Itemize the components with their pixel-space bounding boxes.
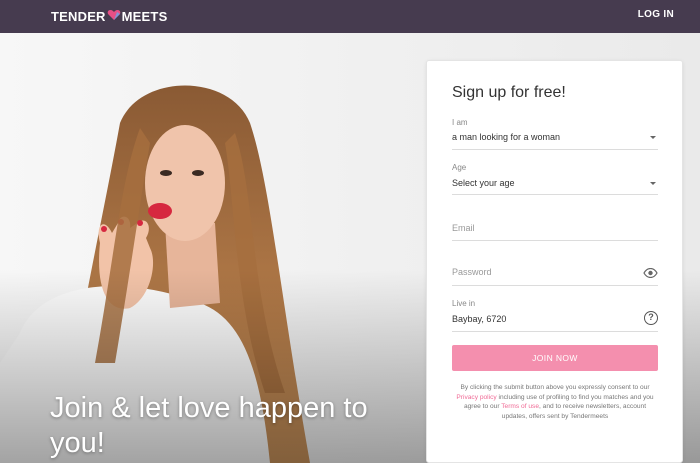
gender-value: a man looking for a woman bbox=[452, 132, 561, 142]
eye-icon[interactable] bbox=[643, 265, 658, 283]
age-label: Age bbox=[452, 163, 467, 172]
password-placeholder: Password bbox=[452, 267, 492, 277]
consent-text: By clicking the submit button above you … bbox=[452, 383, 658, 421]
consent-text-part1: By clicking the submit button above you … bbox=[460, 384, 650, 391]
email-placeholder: Email bbox=[452, 223, 475, 233]
password-field[interactable]: Password bbox=[452, 257, 658, 286]
privacy-policy-link[interactable]: Privacy policy bbox=[456, 394, 496, 401]
age-value: Select your age bbox=[452, 178, 515, 188]
age-select[interactable]: Age Select your age bbox=[452, 163, 658, 195]
top-bar: TENDER MEETS LOG IN bbox=[0, 0, 700, 33]
signup-title: Sign up for free! bbox=[452, 84, 566, 101]
signup-card: Sign up for free! I am a man looking for… bbox=[426, 60, 683, 463]
email-field[interactable]: Email bbox=[452, 213, 658, 241]
login-link[interactable]: LOG IN bbox=[638, 9, 674, 20]
location-field[interactable]: Live in Baybay, 6720 ? bbox=[452, 299, 658, 332]
gender-select[interactable]: I am a man looking for a woman bbox=[452, 118, 658, 150]
gender-label: I am bbox=[452, 118, 468, 127]
logo-text-right: MEETS bbox=[121, 8, 168, 24]
join-now-button[interactable]: JOIN NOW bbox=[452, 345, 658, 371]
location-label: Live in bbox=[452, 299, 476, 308]
chevron-down-icon bbox=[650, 182, 656, 185]
heart-icon bbox=[107, 9, 121, 24]
location-value: Baybay, 6720 bbox=[452, 314, 507, 324]
hero-headline: Join & let love happen to you! bbox=[50, 392, 368, 459]
logo-text-left: TENDER bbox=[51, 8, 106, 24]
terms-of-use-link[interactable]: Terms of use bbox=[501, 403, 539, 410]
help-icon[interactable]: ? bbox=[644, 311, 658, 325]
logo[interactable]: TENDER MEETS bbox=[51, 7, 167, 25]
chevron-down-icon bbox=[650, 136, 656, 139]
